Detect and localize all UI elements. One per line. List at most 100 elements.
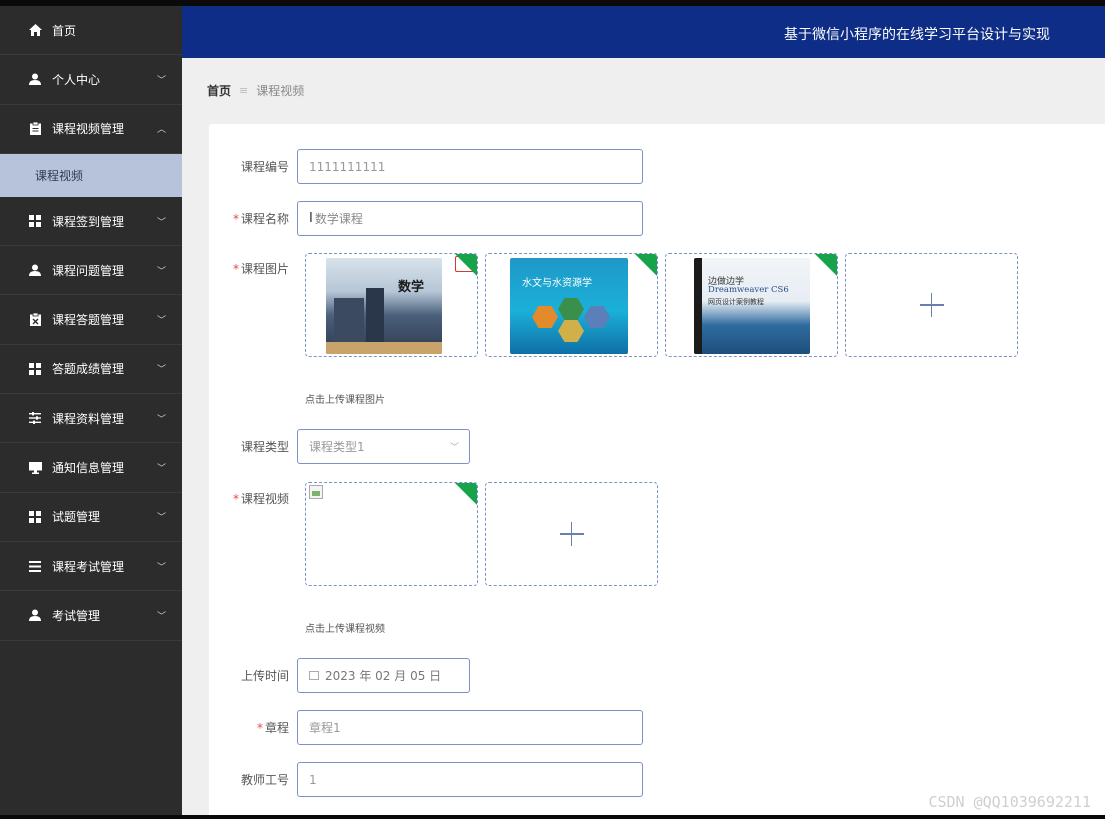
clipboard-x-icon bbox=[28, 313, 42, 327]
book-cover-dreamweaver: 边做边学 Dreamweaver CS6 网页设计案例教程 bbox=[694, 258, 810, 354]
form-row-upload-time: 上传时间 2023 年 02 月 05 日 bbox=[209, 658, 470, 693]
sidebar-item-exam-question-mgmt[interactable]: 试题管理 ﹀ bbox=[0, 493, 182, 542]
user-icon bbox=[28, 263, 42, 277]
plus-icon bbox=[919, 293, 944, 317]
chevron-down-icon: ﹀ bbox=[156, 611, 166, 622]
image-upload-hint: 点击上传课程图片 bbox=[305, 395, 385, 406]
upload-success-mark bbox=[455, 483, 477, 505]
hexagon-shape bbox=[532, 306, 558, 328]
form-card: 课程编号 1111111111 *课程名称 Ⅰ 数学课程 *课程图片 数学 bbox=[209, 124, 1105, 819]
form-row-course-video: * 课程视频 bbox=[209, 490, 297, 507]
image-upload-button[interactable] bbox=[845, 253, 1018, 357]
sidebar-item-label: 答题成绩管理 bbox=[52, 362, 125, 377]
sidebar-item-label: 个人中心 bbox=[52, 72, 101, 87]
monitor-icon bbox=[28, 461, 42, 475]
chevron-down-icon: ﹀ bbox=[156, 562, 166, 573]
main-content: 首页 ≡ 课程视频 课程编号 1111111111 * 课程名称 Ⅰ 数学课程 *… bbox=[182, 58, 1105, 819]
user-icon bbox=[28, 608, 42, 622]
sidebar-item-score-mgmt[interactable]: 答题成绩管理 ﹀ bbox=[0, 345, 182, 395]
sidebar-item-label: 通知信息管理 bbox=[52, 461, 125, 476]
text-cursor-icon: Ⅰ bbox=[309, 211, 313, 226]
chapter-label: * 章程 bbox=[256, 721, 289, 735]
chevron-down-icon: ﹀ bbox=[156, 75, 166, 86]
app-title: 基于微信小程序的在线学习平台设计与实现 bbox=[784, 27, 1050, 43]
book-cover-math: 数学 bbox=[326, 258, 442, 354]
upload-success-mark bbox=[815, 254, 837, 276]
sidebar-item-home[interactable]: 首页 bbox=[0, 6, 182, 56]
form-row-teacher-no: 教师工号 1 bbox=[209, 762, 643, 797]
grid-icon bbox=[28, 510, 42, 524]
course-name-label: * 课程名称 bbox=[232, 212, 289, 226]
course-type-label: 课程类型 bbox=[240, 440, 289, 454]
form-row-course-image: * 课程图片 bbox=[209, 260, 297, 277]
course-name-value: 数学课程 bbox=[314, 212, 363, 226]
upload-time-value: 2023 年 02 月 05 日 bbox=[325, 669, 442, 683]
teacher-no-label: 教师工号 bbox=[240, 773, 289, 787]
sidebar-item-question-mgmt[interactable]: 课程问题管理 ﹀ bbox=[0, 246, 182, 296]
calendar-icon bbox=[309, 671, 319, 680]
clipboard-icon bbox=[28, 122, 42, 136]
uploaded-image-3[interactable]: 边做边学 Dreamweaver CS6 网页设计案例教程 bbox=[665, 253, 838, 357]
sidebar-item-course-exam-mgmt[interactable]: 课程考试管理 ﹀ bbox=[0, 542, 182, 592]
book-title: 数学 bbox=[398, 280, 425, 295]
book-subtitle-2: 网页设计案例教程 bbox=[708, 298, 764, 306]
course-image-label: * 课程图片 bbox=[232, 262, 289, 276]
upload-success-mark bbox=[635, 254, 657, 276]
sliders-icon bbox=[28, 411, 42, 425]
upload-success-mark bbox=[455, 254, 477, 276]
form-row-course-type: 课程类型 课程类型1 ﹀ bbox=[209, 429, 470, 464]
chevron-down-icon: ﹀ bbox=[156, 316, 166, 327]
chevron-down-icon: ﹀ bbox=[156, 266, 166, 277]
broken-image-glyph bbox=[312, 491, 320, 496]
hexagon-shape bbox=[558, 298, 584, 320]
chapter-input[interactable]: 章程1 bbox=[297, 710, 643, 745]
chevron-down-icon: ﹀ bbox=[156, 464, 166, 475]
course-no-label: 课程编号 bbox=[240, 160, 289, 174]
broken-image-icon bbox=[309, 485, 323, 499]
course-type-select[interactable]: 课程类型1 ﹀ bbox=[297, 429, 470, 464]
sidebar-item-label: 课程签到管理 bbox=[52, 214, 125, 229]
grid-icon bbox=[28, 214, 42, 228]
sidebar-item-checkin-mgmt[interactable]: 课程签到管理 ﹀ bbox=[0, 197, 182, 247]
sidebar-item-exam-mgmt[interactable]: 考试管理 ﹀ bbox=[0, 591, 182, 641]
bottom-strip bbox=[0, 815, 1105, 819]
sidebar-item-profile[interactable]: 个人中心 ﹀ bbox=[0, 55, 182, 105]
breadcrumb-current: 课程视频 bbox=[256, 84, 305, 98]
hexagon-shape bbox=[558, 320, 584, 342]
sidebar-item-notice-mgmt[interactable]: 通知信息管理 ﹀ bbox=[0, 443, 182, 493]
top-header: 基于微信小程序的在线学习平台设计与实现 bbox=[182, 6, 1105, 58]
chevron-up-icon: ︿ bbox=[156, 125, 166, 136]
sidebar-item-label: 试题管理 bbox=[52, 510, 101, 525]
form-row-chapter: * 章程 章程1 bbox=[209, 710, 643, 745]
course-name-input[interactable]: Ⅰ 数学课程 bbox=[297, 201, 643, 236]
sidebar-item-answer-mgmt[interactable]: 课程答题管理 ﹀ bbox=[0, 295, 182, 345]
hexagon-shape bbox=[584, 306, 610, 328]
breadcrumb-separator: ≡ bbox=[239, 84, 249, 97]
book-title: 水文与水资源学 bbox=[522, 278, 592, 289]
uploaded-image-2[interactable]: 水文与水资源学 bbox=[485, 253, 658, 357]
building-shape bbox=[334, 298, 364, 348]
sidebar-item-material-mgmt[interactable]: 课程资料管理 ﹀ bbox=[0, 394, 182, 444]
book-subtitle: Dreamweaver CS6 bbox=[708, 285, 789, 295]
uploaded-image-1[interactable]: 数学 bbox=[305, 253, 478, 357]
chevron-down-icon: ﹀ bbox=[156, 365, 166, 376]
course-no-input[interactable]: 1111111111 bbox=[297, 149, 643, 184]
chevron-down-icon: ﹀ bbox=[156, 513, 166, 524]
teacher-no-input[interactable]: 1 bbox=[297, 762, 643, 797]
uploaded-video-1[interactable] bbox=[305, 482, 478, 586]
home-icon bbox=[28, 23, 42, 37]
breadcrumb-home[interactable]: 首页 bbox=[207, 82, 231, 99]
video-upload-button[interactable] bbox=[485, 482, 658, 586]
grid-icon bbox=[28, 362, 42, 376]
sidebar-subitem-course-video[interactable]: 课程视频 bbox=[0, 153, 182, 197]
upload-time-label: 上传时间 bbox=[240, 669, 289, 683]
list-icon bbox=[28, 559, 42, 573]
video-upload-hint: 点击上传课程视频 bbox=[305, 624, 385, 635]
sidebar-item-label: 课程答题管理 bbox=[52, 313, 125, 328]
sidebar-item-label: 课程资料管理 bbox=[52, 411, 125, 426]
chevron-down-icon: ﹀ bbox=[156, 217, 166, 228]
sidebar-item-label: 课程视频管理 bbox=[52, 122, 125, 137]
sidebar-item-label: 首页 bbox=[52, 23, 77, 38]
upload-time-datepicker[interactable]: 2023 年 02 月 05 日 bbox=[297, 658, 470, 693]
sidebar-item-course-video-mgmt[interactable]: 课程视频管理 ︿ bbox=[0, 105, 182, 154]
